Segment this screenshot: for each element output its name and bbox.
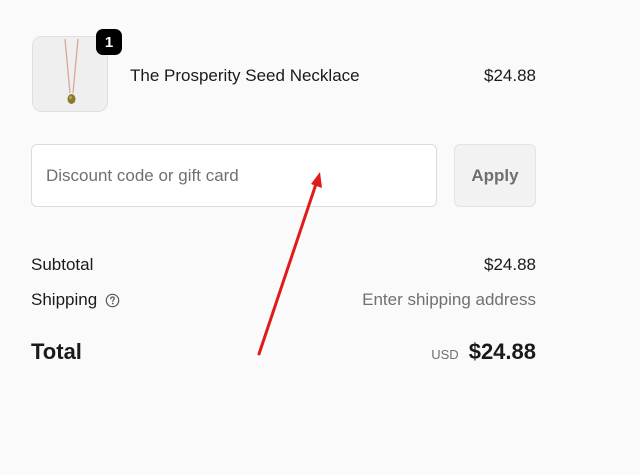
product-thumbnail-wrapper: 1 bbox=[32, 29, 122, 116]
shipping-label-group: Shipping bbox=[31, 290, 120, 310]
subtotal-label: Subtotal bbox=[31, 255, 94, 274]
product-price: $24.88 bbox=[484, 66, 536, 85]
subtotal-row: Subtotal $24.88 bbox=[31, 253, 536, 277]
shipping-row: Shipping Enter shipping address bbox=[31, 288, 536, 312]
shipping-label: Shipping bbox=[31, 290, 98, 309]
total-row: Total USD $24.88 bbox=[31, 336, 536, 368]
product-name: The Prosperity Seed Necklace bbox=[130, 66, 360, 85]
checkout-order-summary: 1 The Prosperity Seed Necklace $24.88 Ap… bbox=[0, 0, 640, 475]
cart-line-item: 1 The Prosperity Seed Necklace $24.88 bbox=[32, 29, 536, 116]
total-label: Total bbox=[31, 339, 82, 364]
total-amount-group: USD $24.88 bbox=[431, 339, 536, 365]
currency-code: USD bbox=[431, 347, 459, 362]
shipping-value: Enter shipping address bbox=[362, 290, 536, 309]
apply-discount-button[interactable]: Apply bbox=[454, 144, 536, 207]
subtotal-value: $24.88 bbox=[484, 255, 536, 274]
total-value: $24.88 bbox=[468, 339, 536, 364]
discount-code-input[interactable] bbox=[31, 144, 437, 207]
question-circle-icon[interactable] bbox=[105, 293, 120, 308]
quantity-badge: 1 bbox=[96, 29, 122, 55]
